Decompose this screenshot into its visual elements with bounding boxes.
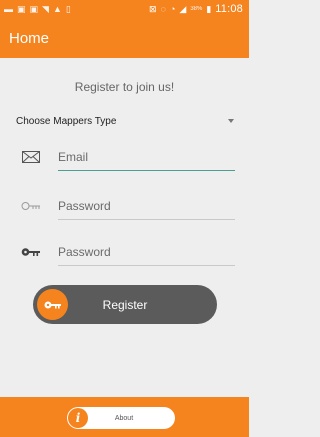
register-button-label: Register — [102, 297, 148, 312]
battery-icon: ▮ — [206, 3, 212, 14]
system-status: ⊠ ◌ ◔ ◢ 38% ▮ 11:08 — [149, 3, 243, 15]
message-icon: ▬ — [4, 3, 13, 14]
image-icon: ▣ — [17, 3, 26, 14]
status-bar: ▬ ▣ ▣ ◥ ▲ ▯ ⊠ ◌ ◔ ◢ 38% ▮ 11:08 — [0, 0, 249, 18]
clipboard-icon: ▯ — [65, 3, 71, 14]
register-form: Register to join us! Choose Mappers Type — [0, 58, 249, 397]
mapper-type-value: Choose Mappers Type — [16, 115, 117, 127]
key-icon — [20, 244, 42, 260]
warning-icon: ▲ — [52, 3, 62, 14]
alarm-icon: ◌ — [160, 4, 166, 14]
signal-icon: ◢ — [179, 3, 187, 14]
wifi-icon: ◥ — [42, 3, 49, 14]
about-button[interactable]: i About — [67, 407, 175, 429]
envelope-icon — [20, 149, 42, 165]
email-row — [20, 141, 235, 171]
app-bar: Home — [0, 18, 249, 58]
email-field[interactable] — [58, 141, 235, 171]
wifi-signal-icon: ◔ — [169, 4, 176, 14]
key-outline-icon — [20, 198, 42, 214]
password-field[interactable] — [58, 190, 235, 220]
page-title: Home — [9, 29, 50, 47]
image-icon: ▣ — [29, 3, 39, 14]
confirm-password-field[interactable] — [58, 236, 235, 266]
nfc-icon: ⊠ — [149, 3, 157, 14]
bottom-bar: i About — [0, 397, 249, 437]
dropdown-caret-icon — [228, 119, 234, 123]
form-heading: Register to join us! — [74, 80, 175, 94]
battery-percent: 38% — [190, 6, 203, 12]
notification-icons: ▬ ▣ ▣ ◥ ▲ ▯ — [4, 3, 71, 14]
register-button[interactable]: Register — [33, 285, 217, 324]
mapper-type-select[interactable]: Choose Mappers Type — [16, 111, 236, 131]
clock: 11:08 — [215, 3, 243, 15]
about-button-label: About — [114, 414, 134, 422]
password-row — [20, 190, 235, 220]
confirm-password-row — [20, 236, 235, 266]
